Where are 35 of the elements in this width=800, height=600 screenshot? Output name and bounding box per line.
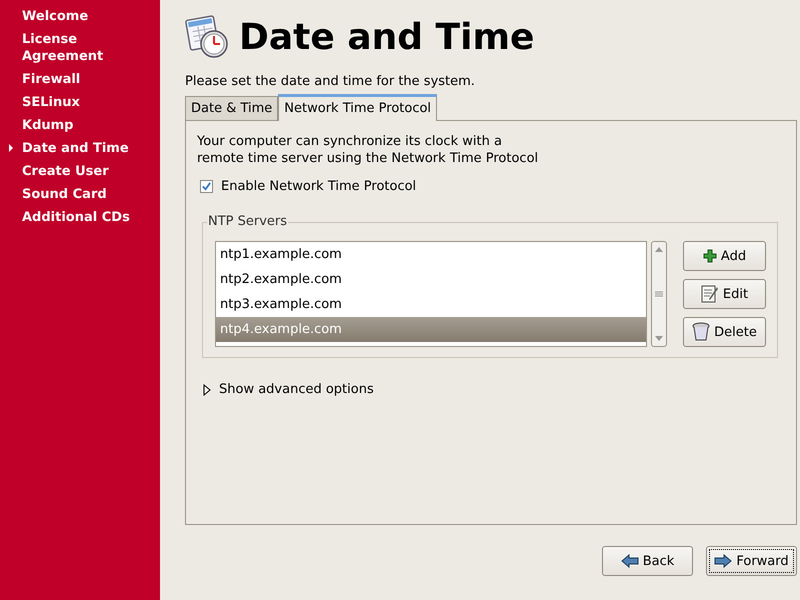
sidebar-item[interactable]: Kdump: [22, 117, 74, 134]
list-row[interactable]: ntp2.example.com: [216, 267, 646, 292]
sidebar-item[interactable]: Firewall: [22, 71, 80, 88]
left-arrow-icon: [620, 554, 639, 568]
sidebar-item[interactable]: SELinux: [22, 94, 80, 111]
add-button[interactable]: Add: [683, 241, 766, 271]
back-button[interactable]: Back: [602, 546, 693, 576]
list-row[interactable]: ntp3.example.com: [216, 292, 646, 317]
sidebar-item[interactable]: Sound Card: [22, 186, 107, 203]
expander[interactable]: Show advanced options: [203, 382, 785, 397]
scroll-down-icon[interactable]: [655, 336, 663, 341]
description-text: Your computer can synchronize its clock with a remote time server using the Network Time Protocol: [197, 133, 540, 167]
page-title: Date and Time: [239, 16, 534, 58]
checkbox-label[interactable]: Enable Network Time Protocol: [221, 179, 416, 194]
instruction-text: Please set the date and time for the system.: [185, 74, 476, 91]
pencil-page-icon: [700, 284, 719, 304]
trash-can-icon: [692, 322, 710, 342]
sidebar-item[interactable]: Date and Time: [22, 140, 129, 157]
sidebar-item[interactable]: Create User: [22, 163, 109, 180]
plus-icon: [702, 249, 717, 263]
edit-button[interactable]: Edit: [683, 279, 766, 309]
sidebar-item[interactable]: Welcome: [22, 8, 88, 25]
tab[interactable]: Network Time Protocol: [278, 94, 438, 121]
scrollbar[interactable]: [651, 241, 667, 347]
forward-button[interactable]: Forward: [706, 546, 797, 576]
delete-button[interactable]: Delete: [683, 317, 766, 347]
scroll-grip-icon[interactable]: [655, 291, 663, 297]
sidebar-item[interactable]: License Agreement: [22, 31, 148, 65]
list-row[interactable]: ntp1.example.com: [216, 242, 646, 267]
expander-triangle-icon: [203, 384, 211, 396]
tab[interactable]: Date & Time: [185, 96, 278, 120]
right-arrow-icon: [714, 554, 732, 568]
checkbox[interactable]: [200, 180, 213, 193]
sidebar-item[interactable]: Additional CDs: [22, 209, 130, 226]
scroll-up-icon[interactable]: [655, 247, 663, 252]
